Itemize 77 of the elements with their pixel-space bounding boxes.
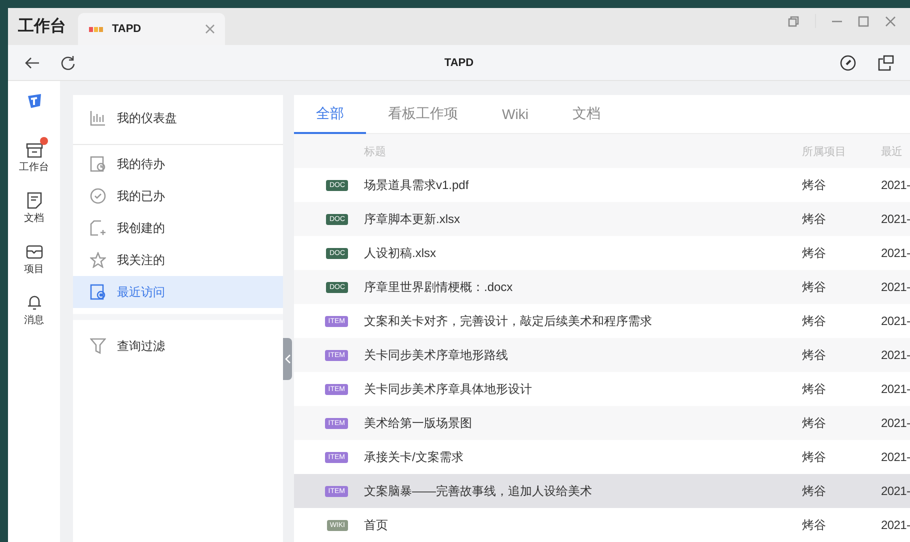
tab[interactable]: Wiki <box>480 95 550 134</box>
date-cell: 2021- <box>881 348 910 362</box>
app-title: 工作台 <box>17 16 67 37</box>
title-cell-text: 关卡同步美术序章地形路线 <box>364 346 509 364</box>
close-icon[interactable] <box>885 16 896 26</box>
date-cell: 2021- <box>881 178 910 192</box>
title-cell-text: 序章里世界剧情梗概：.docx <box>364 278 514 296</box>
project-cell-text: 烤谷 <box>802 210 827 228</box>
project-cell-text: 烤谷 <box>802 176 827 194</box>
rail-item[interactable]: 工作台 <box>19 141 49 174</box>
project-cell-text: 烤谷 <box>802 346 827 364</box>
recent-icon <box>90 284 106 300</box>
project-cell-text: 烤谷 <box>802 312 827 330</box>
compass-icon[interactable] <box>840 54 856 70</box>
date-cell: 2021- <box>881 450 910 464</box>
menu-item[interactable]: 我的仪表盘 <box>73 95 283 141</box>
title-cell-text: 场景道具需求v1.pdf <box>364 176 470 194</box>
date-cell: 2021- <box>881 212 910 226</box>
back-icon[interactable] <box>24 54 40 70</box>
filter-icon <box>90 338 106 354</box>
chart-icon <box>90 110 106 126</box>
rail-item[interactable]: 消息 <box>24 294 44 327</box>
rail-item[interactable]: 文档 <box>24 192 44 225</box>
project-icon <box>26 243 42 260</box>
title-cell-text: 关卡同步美术序章具体地形设计 <box>364 380 533 398</box>
menu-item[interactable]: 我关注的 <box>73 244 283 276</box>
menu-item[interactable]: 我创建的 <box>73 212 283 244</box>
title-cell-text: 文案脑暴——完善故事线，追加人设给美术 <box>364 482 593 500</box>
project-cell-text: 烤谷 <box>802 414 827 432</box>
project-cell-text: 烤谷 <box>802 516 827 534</box>
date-cell: 2021- <box>881 246 910 260</box>
column-header: 标题 <box>364 144 387 158</box>
reload-icon[interactable] <box>60 54 76 70</box>
page-title: TAPD <box>443 56 475 68</box>
workbench-icon <box>26 141 42 158</box>
project-cell-text: 烤谷 <box>802 244 827 262</box>
doc-icon <box>26 192 42 209</box>
title-cell-text: 首页 <box>364 516 389 534</box>
done-icon <box>90 188 106 204</box>
date-cell: 2021- <box>881 518 910 532</box>
maximize-icon[interactable] <box>858 16 869 26</box>
rail-item[interactable]: 项目 <box>24 243 44 276</box>
tab[interactable]: 文档 <box>550 95 622 134</box>
title-cell-text: 人设初稿.xlsx <box>364 244 437 262</box>
new-window-icon[interactable] <box>878 54 894 70</box>
app-logo-icon <box>26 93 42 109</box>
date-cell: 2021- <box>881 484 910 498</box>
menu-item[interactable]: 最近访问 <box>73 276 283 308</box>
tab[interactable]: 看板工作项 <box>366 95 480 134</box>
title-cell-text: 序章脚本更新.xlsx <box>364 210 461 228</box>
title-cell-text: 承接关卡/文案需求 <box>364 448 464 466</box>
menu-item[interactable]: 我的待办 <box>73 148 283 180</box>
menu-item[interactable]: 查询过滤 <box>73 330 283 362</box>
date-cell: 2021- <box>881 314 910 328</box>
date-cell: 2021- <box>881 416 910 430</box>
title-cell-text: 文案和关卡对齐，完善设计，敲定后续美术和程序需求 <box>364 312 653 330</box>
star-icon <box>90 252 106 268</box>
chevron-left-icon <box>284 354 290 364</box>
project-cell-text: 烤谷 <box>802 278 827 296</box>
bell-icon <box>26 294 42 311</box>
menu-item[interactable]: 我的已办 <box>73 180 283 212</box>
project-cell-text: 烤谷 <box>802 380 827 398</box>
created-icon <box>90 220 106 236</box>
tab-title: TAPD <box>112 23 142 35</box>
todo-icon <box>90 156 106 172</box>
project-cell-text: 烤谷 <box>802 482 827 500</box>
colorful-logo-icon <box>88 24 104 34</box>
project-cell-text: 烤谷 <box>802 448 827 466</box>
browser-tab[interactable]: TAPD <box>78 13 225 45</box>
date-cell: 2021- <box>881 382 910 396</box>
column-header: 所属项目 <box>802 144 847 158</box>
title-cell-text: 美术给第一版场景图 <box>364 414 473 432</box>
restore-icon[interactable] <box>788 16 799 26</box>
close-icon[interactable] <box>205 24 215 34</box>
collapse-handle[interactable] <box>283 338 292 380</box>
column-header: 最近 <box>881 144 904 158</box>
date-cell: 2021- <box>881 280 910 294</box>
